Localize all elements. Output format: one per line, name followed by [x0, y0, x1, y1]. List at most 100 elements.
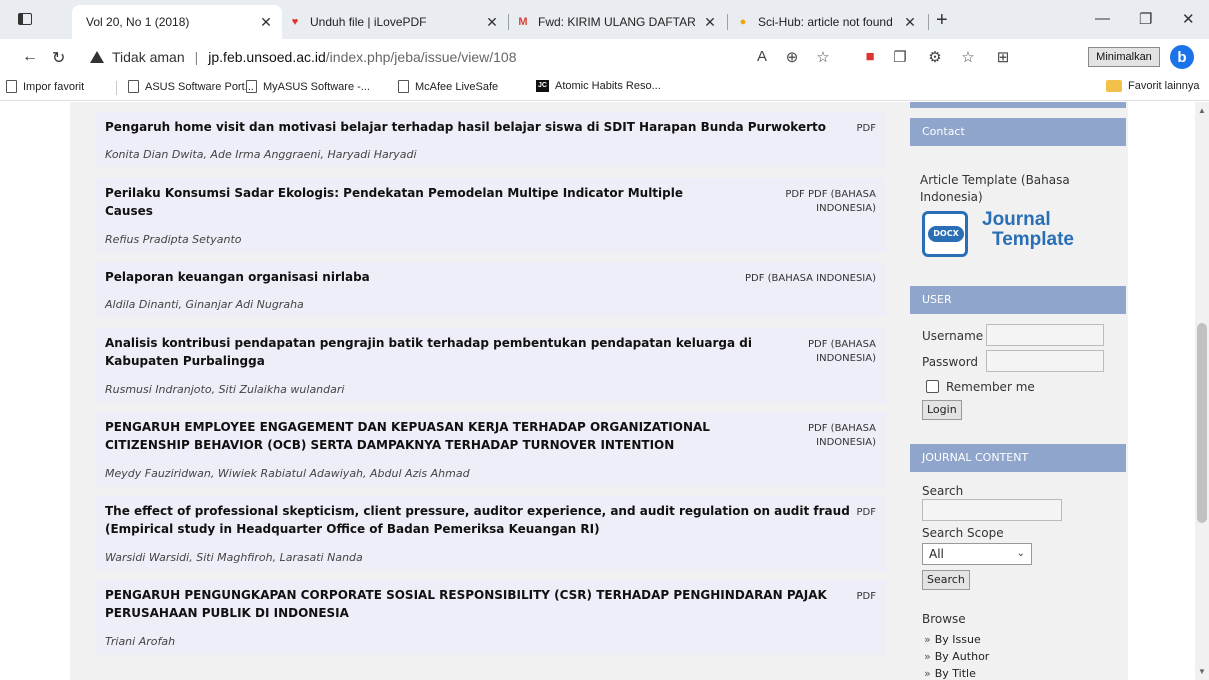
- pdf-link[interactable]: PDF: [857, 506, 876, 520]
- scope-value: All: [929, 547, 944, 561]
- browse-by-author-link[interactable]: » By Author: [924, 650, 989, 663]
- article-title[interactable]: Perilaku Konsumsi Sadar Ekologis: Pendek…: [105, 184, 683, 220]
- bookmark-myasus[interactable]: MyASUS Software -...: [246, 80, 370, 93]
- restore-icon[interactable]: ❐: [1139, 10, 1152, 28]
- back-icon[interactable]: ←: [22, 48, 38, 66]
- search-button[interactable]: Search: [922, 570, 970, 590]
- username-label: Username: [922, 329, 984, 343]
- favorites-icon[interactable]: ☆: [958, 48, 978, 66]
- url-path: /index.php/jeba/issue/view/108: [325, 49, 517, 65]
- security-label[interactable]: Tidak aman: [112, 49, 185, 65]
- scroll-down-icon[interactable]: ▼: [1198, 667, 1206, 676]
- extension-icon[interactable]: ■: [860, 48, 880, 65]
- remember-me-label: Remember me: [946, 380, 1035, 394]
- article-title[interactable]: PENGARUH PENGUNGKAPAN CORPORATE SOSIAL R…: [105, 586, 827, 622]
- bookmark-asus[interactable]: ASUS Software Port...: [128, 80, 254, 93]
- docx-badge: DOCX: [928, 226, 964, 242]
- article-title[interactable]: The effect of professional skepticism, c…: [105, 502, 850, 538]
- refresh-icon[interactable]: ↻: [52, 48, 65, 68]
- search-scope-select[interactable]: All ⌄: [922, 543, 1032, 565]
- gmail-icon: M: [518, 16, 528, 28]
- tab-actions-icon[interactable]: [18, 13, 32, 25]
- article-entry: Pelaporan keuangan organisasi nirlaba PD…: [95, 262, 886, 317]
- tab-gmail[interactable]: M Fwd: KIRIM ULANG DAFTAR HAS ✕: [510, 5, 726, 39]
- template-word-template: Template: [992, 229, 1075, 250]
- bookmark-label: Atomic Habits Reso...: [555, 80, 661, 92]
- search-scope-label: Search Scope: [922, 526, 1004, 540]
- close-icon[interactable]: ✕: [256, 14, 276, 31]
- zoom-icon[interactable]: ⊕: [782, 48, 802, 66]
- favorite-star-icon[interactable]: ☆: [813, 48, 833, 66]
- search-label: Search: [922, 484, 964, 498]
- article-authors: Warsidi Warsidi, Siti Maghfiroh, Larasat…: [105, 551, 363, 564]
- tab-vol20[interactable]: Vol 20, No 1 (2018) ✕: [72, 5, 282, 39]
- bookmark-import[interactable]: Impor favorit: [6, 80, 84, 93]
- username-input[interactable]: [986, 324, 1104, 346]
- tab-title: Fwd: KIRIM ULANG DAFTAR HAS: [538, 15, 700, 29]
- login-button[interactable]: Login: [922, 400, 962, 420]
- tab-title: Sci-Hub: article not found: [758, 15, 893, 29]
- page-icon: [128, 80, 139, 93]
- journal-content-heading: JOURNAL CONTENT: [910, 444, 1126, 472]
- pdf-bahasa-link[interactable]: PDF (BAHASA INDONESIA): [745, 272, 876, 286]
- minimize-tooltip: Minimalkan: [1088, 47, 1160, 67]
- article-title[interactable]: PENGARUH EMPLOYEE ENGAGEMENT DAN KEPUASA…: [105, 418, 710, 454]
- pdf-bahasa-link[interactable]: PDF (BAHASA INDONESIA): [808, 338, 876, 366]
- import-icon: [6, 80, 17, 93]
- password-label: Password: [922, 355, 979, 369]
- extensions-icon[interactable]: ⚙: [925, 48, 945, 66]
- pdf-bahasa-link[interactable]: PDF (BAHASA INDONESIA): [808, 422, 876, 450]
- article-authors: Konita Dian Dwita, Ade Irma Anggraeni, H…: [105, 148, 417, 161]
- pdf-link[interactable]: PDF: [857, 590, 876, 604]
- page-icon: [246, 80, 257, 93]
- password-input[interactable]: [986, 350, 1104, 372]
- scrollbar[interactable]: ▲ ▼: [1195, 102, 1209, 680]
- jc-icon: JC: [536, 80, 549, 92]
- browse-by-title-link[interactable]: » By Title: [924, 667, 976, 680]
- bookmark-mcafee[interactable]: McAfee LiveSafe: [398, 80, 498, 93]
- tab-scihub[interactable]: ● Sci-Hub: article not found ✕: [730, 5, 926, 39]
- tab-ilovepdf[interactable]: ♥ Unduh file | iLovePDF ✕: [282, 5, 508, 39]
- template-text: Article Template (Bahasa Indonesia): [920, 173, 1070, 204]
- url-host: jp.feb.unsoed.ac.id: [208, 49, 326, 65]
- heart-icon: ♥: [291, 16, 299, 28]
- bing-icon[interactable]: b: [1170, 45, 1194, 69]
- warning-icon[interactable]: [90, 51, 104, 63]
- bookmark-label: McAfee LiveSafe: [415, 80, 499, 93]
- tab-title: Vol 20, No 1 (2018): [86, 15, 190, 29]
- article-title[interactable]: Pelaporan keuangan organisasi nirlaba: [105, 268, 370, 286]
- page-viewport: Pengaruh home visit dan motivasi belajar…: [0, 102, 1195, 680]
- article-entry: The effect of professional skepticism, c…: [95, 496, 886, 571]
- bookmark-atomic-habits[interactable]: JC Atomic Habits Reso...: [536, 80, 661, 92]
- scroll-thumb[interactable]: [1197, 323, 1207, 523]
- article-title[interactable]: Pengaruh home visit dan motivasi belajar…: [105, 118, 826, 136]
- contact-heading[interactable]: Contact: [910, 118, 1126, 146]
- new-tab-icon[interactable]: +: [936, 9, 948, 32]
- browse-by-issue-link[interactable]: » By Issue: [924, 633, 981, 646]
- bookmark-other-favorites[interactable]: Favorit lainnya: [1106, 80, 1200, 92]
- remember-me-checkbox[interactable]: [926, 380, 939, 393]
- article-title[interactable]: Analisis kontribusi pendapatan pengrajin…: [105, 334, 752, 370]
- browse-label: Browse: [922, 612, 966, 626]
- pdf-link[interactable]: PDF PDF (BAHASA INDONESIA): [785, 188, 876, 216]
- scroll-up-icon[interactable]: ▲: [1198, 106, 1206, 115]
- article-authors: Meydy Fauziridwan, Wiwiek Rabiatul Adawi…: [105, 467, 470, 480]
- bookmarks-bar: Impor favorit ASUS Software Port... MyAS…: [0, 75, 1209, 101]
- user-heading: USER: [910, 286, 1126, 314]
- minimize-icon[interactable]: —: [1095, 10, 1110, 27]
- article-entry: Analisis kontribusi pendapatan pengrajin…: [95, 328, 886, 403]
- article-entry: PENGARUH PENGUNGKAPAN CORPORATE SOSIAL R…: [95, 580, 886, 655]
- extension-2-icon[interactable]: ❐: [890, 48, 910, 66]
- article-authors: Aldila Dinanti, Ginanjar Adi Nugraha: [105, 298, 304, 311]
- collections-icon[interactable]: ⊞: [993, 48, 1013, 66]
- template-word-journal: Journal: [982, 209, 1051, 230]
- close-window-icon[interactable]: ✕: [1182, 10, 1195, 28]
- read-aloud-icon[interactable]: A: [752, 48, 772, 65]
- sidebar-heading-top: [910, 102, 1126, 108]
- search-input[interactable]: [922, 499, 1062, 521]
- close-icon[interactable]: ✕: [900, 14, 920, 31]
- pdf-link[interactable]: PDF: [857, 122, 876, 136]
- close-icon[interactable]: ✕: [700, 14, 720, 31]
- close-icon[interactable]: ✕: [482, 14, 502, 31]
- article-entry: PENGARUH EMPLOYEE ENGAGEMENT DAN KEPUASA…: [95, 412, 886, 487]
